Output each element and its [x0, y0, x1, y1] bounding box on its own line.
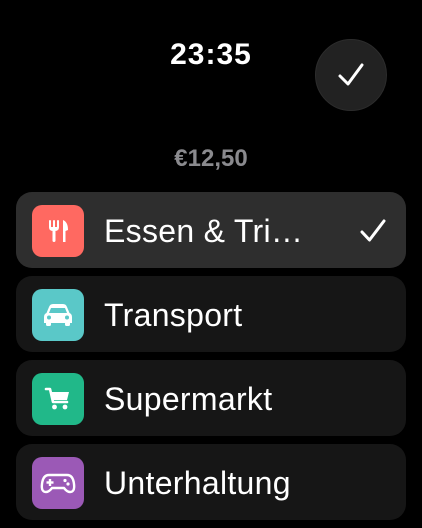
selected-checkmark-icon: [360, 219, 386, 242]
confirm-button[interactable]: [315, 39, 387, 111]
category-row-unterhaltung[interactable]: Unterhaltung: [16, 444, 406, 520]
car-icon: [32, 289, 84, 341]
category-list: Essen & Tri… Transport Supermarkt Unterh…: [16, 192, 406, 528]
category-label: Unterhaltung: [104, 465, 291, 501]
category-row-transport[interactable]: Transport: [16, 276, 406, 352]
fork-knife-icon: [32, 205, 84, 257]
category-label: Essen & Tri…: [104, 213, 304, 249]
category-row-supermarkt[interactable]: Supermarkt: [16, 360, 406, 436]
category-row-essen[interactable]: Essen & Tri…: [16, 192, 406, 268]
checkmark-icon: [338, 63, 364, 86]
amount-display: €12,50: [174, 145, 248, 172]
game-controller-icon: [32, 457, 84, 509]
category-label: Transport: [104, 297, 243, 333]
category-label: Supermarkt: [104, 381, 273, 417]
shopping-cart-icon: [32, 373, 84, 425]
